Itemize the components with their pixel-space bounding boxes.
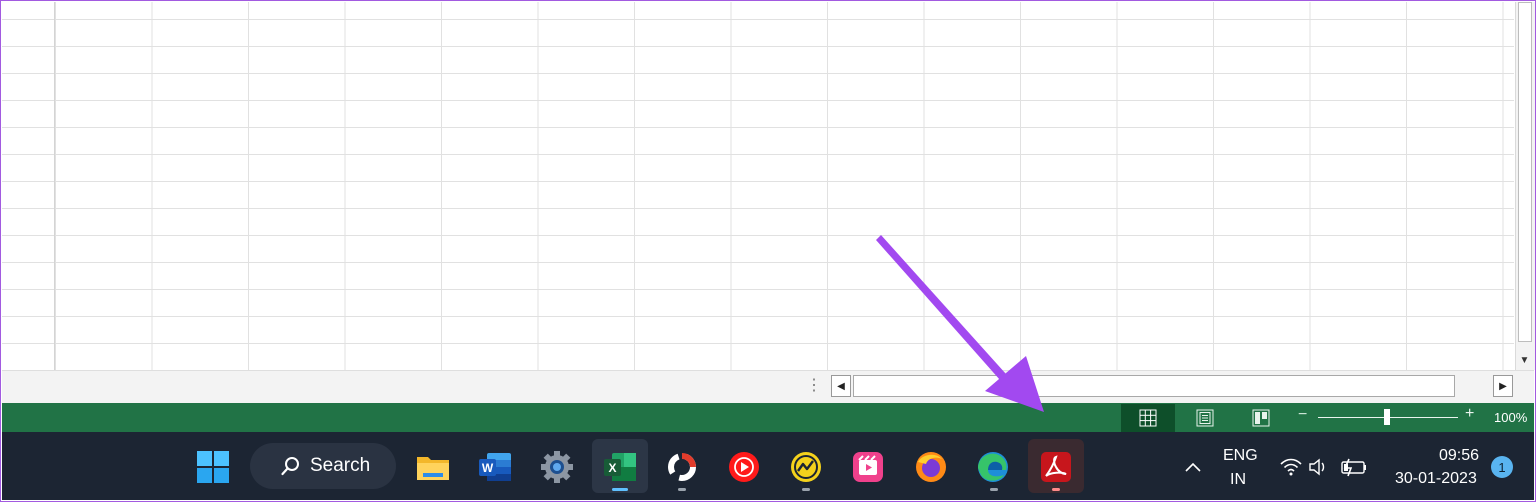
svg-text:X: X — [608, 461, 616, 475]
ring-app-indicator — [678, 488, 686, 491]
search-icon — [281, 457, 299, 476]
svg-text:W: W — [482, 461, 494, 475]
acrobat-icon — [1041, 452, 1071, 482]
windows-start-icon — [197, 451, 229, 483]
app-ring-icon — [668, 453, 696, 481]
acrobat-button[interactable] — [1037, 448, 1075, 486]
video-editor-icon — [853, 452, 883, 482]
search-label: Search — [310, 455, 371, 476]
normal-view-icon — [1139, 409, 1157, 427]
acrobat-running-indicator — [1052, 488, 1060, 491]
language-indicator-bottom[interactable]: IN — [1230, 471, 1246, 489]
notification-badge[interactable]: 1 — [1491, 456, 1513, 478]
volume-icon — [1309, 458, 1325, 476]
ring-app-button[interactable] — [663, 448, 701, 486]
zoom-level[interactable]: 100% — [1494, 410, 1527, 425]
excel-button[interactable]: X — [601, 448, 639, 486]
word-button[interactable]: W — [476, 448, 514, 486]
page-break-icon — [1252, 409, 1270, 427]
edge-icon — [978, 452, 1008, 482]
file-explorer-icon — [417, 457, 449, 480]
firefox-button[interactable] — [912, 448, 950, 486]
wifi-icon — [1280, 458, 1302, 476]
firefox-icon — [916, 452, 946, 482]
video-editor-button[interactable] — [849, 448, 887, 486]
excel-running-indicator — [612, 488, 628, 491]
page-layout-icon — [1196, 409, 1214, 427]
row-header-column — [2, 2, 55, 370]
settings-icon — [541, 451, 573, 483]
clock-date[interactable]: 30-01-2023 — [1395, 470, 1477, 488]
page-break-view-button[interactable] — [1234, 404, 1288, 432]
settings-button[interactable] — [538, 448, 576, 486]
zoom-slider-thumb[interactable] — [1384, 409, 1390, 425]
file-explorer-button[interactable] — [414, 448, 452, 486]
sheet-tab-splitter-icon[interactable]: ⋮ — [806, 375, 822, 397]
spreadsheet-grid[interactable] — [2, 2, 1514, 370]
chart-app-icon — [791, 452, 821, 482]
word-icon: W — [479, 453, 511, 481]
chart-app-button[interactable] — [787, 448, 825, 486]
windows-start-button[interactable] — [194, 448, 232, 486]
horizontal-scroll-thumb[interactable] — [853, 375, 1455, 397]
battery-charging-icon — [1341, 458, 1366, 477]
chart-app-indicator — [802, 488, 810, 491]
youtube-music-icon — [729, 452, 759, 482]
scroll-left-button[interactable]: ◀ — [831, 375, 851, 397]
chevron-up-icon — [1185, 462, 1201, 472]
page-layout-view-button[interactable] — [1178, 404, 1232, 432]
scroll-down-button[interactable]: ▼ — [1515, 350, 1534, 370]
excel-icon: X — [604, 453, 636, 481]
quick-settings-icons — [1280, 458, 1366, 477]
language-indicator-top[interactable]: ENG — [1223, 447, 1258, 465]
taskbar-search-box[interactable]: Search — [250, 443, 396, 489]
zoom-in-button[interactable]: + — [1465, 405, 1474, 423]
show-hidden-icons-button[interactable] — [1174, 448, 1212, 486]
vertical-scroll-thumb[interactable] — [1518, 2, 1532, 342]
normal-view-button[interactable] — [1121, 404, 1175, 432]
quick-settings-button[interactable] — [1276, 448, 1372, 486]
zoom-out-button[interactable]: − — [1298, 406, 1307, 424]
vertical-scrollbar[interactable] — [1515, 2, 1535, 370]
edge-button[interactable] — [974, 448, 1012, 486]
scroll-right-button[interactable]: ▶ — [1493, 375, 1513, 397]
youtube-music-button[interactable] — [725, 448, 763, 486]
edge-indicator — [990, 488, 998, 491]
clock-time[interactable]: 09:56 — [1439, 447, 1479, 465]
